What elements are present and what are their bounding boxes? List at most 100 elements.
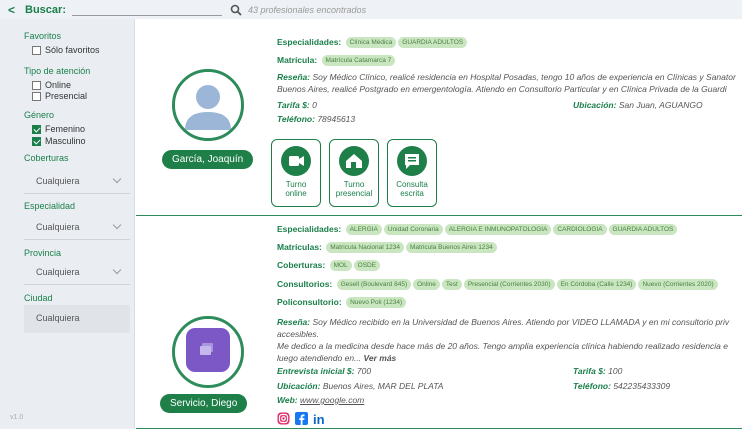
resena-text: Soy Médico Clínico, realicé residencia e… bbox=[312, 72, 736, 82]
btn-line: online bbox=[285, 189, 307, 198]
tag: ALERGIA E INMUNOPATOLOGIA bbox=[444, 224, 552, 236]
web-label: Web: bbox=[277, 395, 298, 405]
tag: Test bbox=[441, 279, 462, 291]
tag: Clínica Médica bbox=[345, 37, 397, 49]
especialidades-label: Especialidades: bbox=[277, 37, 342, 47]
tag: MOL bbox=[329, 260, 352, 272]
search-icon[interactable] bbox=[230, 4, 242, 16]
professional-name[interactable]: Servicio, Diego bbox=[160, 394, 248, 413]
tag: Online bbox=[413, 279, 440, 291]
tag: CARDIOLOGIA bbox=[553, 224, 607, 236]
resena-text: Me dedico a la medicina desde hace más d… bbox=[277, 341, 728, 351]
tag: En Córdoba (Calle 1234) bbox=[556, 279, 637, 291]
masculino-option[interactable]: Masculino bbox=[32, 136, 86, 146]
genero-heading: Género bbox=[24, 110, 55, 120]
chevron-down-icon bbox=[112, 220, 122, 230]
turno-presencial-button[interactable]: Turno presencial bbox=[329, 139, 379, 207]
especialidad-value: Cualquiera bbox=[36, 221, 80, 232]
provincia-select[interactable]: Cualquiera bbox=[24, 259, 130, 285]
chevron-down-icon bbox=[112, 174, 122, 184]
consulta-escrita-button[interactable]: Consulta escrita bbox=[387, 139, 437, 207]
search-bar: < Buscar: 43 profesionales encontrados bbox=[0, 0, 742, 19]
ciudad-input[interactable]: Cualquiera bbox=[24, 305, 130, 333]
presencial-option[interactable]: Presencial bbox=[32, 91, 87, 101]
tarifa-value: 100 bbox=[608, 366, 623, 376]
tag: Presencial (Corrientes 2030) bbox=[463, 279, 555, 291]
online-label: Online bbox=[45, 80, 72, 90]
especialidad-select[interactable]: Cualquiera bbox=[24, 214, 130, 240]
favoritos-heading: Favoritos bbox=[24, 31, 62, 41]
masculino-checkbox[interactable] bbox=[32, 136, 41, 146]
solo-favoritos-option[interactable]: Sólo favoritos bbox=[32, 45, 100, 55]
coberturas-label: Coberturas: bbox=[277, 260, 326, 270]
ciudad-heading: Ciudad bbox=[24, 293, 53, 303]
telefono-value: 542235433309 bbox=[613, 381, 671, 391]
matricula-label: Matrícula: bbox=[277, 55, 318, 65]
femenino-checkbox[interactable] bbox=[32, 124, 41, 134]
btn-line: Turno bbox=[285, 180, 307, 189]
femenino-option[interactable]: Femenino bbox=[32, 124, 85, 134]
presencial-label: Presencial bbox=[45, 91, 88, 101]
online-checkbox[interactable] bbox=[32, 80, 41, 90]
web-link[interactable]: www.google.com bbox=[300, 395, 364, 405]
tipo-atencion-heading: Tipo de atención bbox=[24, 66, 91, 76]
back-button[interactable]: < bbox=[8, 3, 15, 17]
linkedin-icon[interactable]: in bbox=[313, 413, 325, 427]
tag: Gesell (Boulevard 845) bbox=[336, 279, 412, 291]
resena-label: Reseña: bbox=[277, 317, 311, 327]
chat-icon bbox=[397, 146, 427, 176]
provincia-heading: Provincia bbox=[24, 248, 62, 258]
facebook-icon[interactable] bbox=[295, 412, 308, 429]
avatar[interactable] bbox=[172, 316, 244, 388]
especialidad-heading: Especialidad bbox=[24, 201, 76, 211]
telefono-label: Teléfono: bbox=[573, 381, 611, 391]
tag: Nuevo Poli (1234) bbox=[346, 297, 407, 309]
ubicacion-label: Ubicación: bbox=[573, 100, 617, 110]
ubicacion-value: Buenos Aires, MAR DEL PLATA bbox=[322, 381, 444, 391]
filter-sidebar: Favoritos Sólo favoritos Tipo de atenció… bbox=[0, 19, 135, 429]
avatar[interactable] bbox=[172, 69, 244, 141]
btn-line: escrita bbox=[400, 189, 424, 198]
tarifa-label: Tarifa $: bbox=[277, 100, 310, 110]
tarifa-label: Tarifa $: bbox=[573, 366, 606, 376]
masculino-label: Masculino bbox=[45, 136, 86, 146]
btn-line: Turno bbox=[343, 180, 365, 189]
tarifa-value: 0 bbox=[312, 100, 317, 110]
chevron-down-icon bbox=[112, 265, 122, 275]
tag: Matricula Nacional 1234 bbox=[326, 242, 404, 254]
entrevista-label: Entrevista inicial $: bbox=[277, 366, 355, 376]
telefono-value: 78945613 bbox=[317, 114, 356, 124]
tag: Nuevo (Corrientes 2020) bbox=[638, 279, 718, 291]
resena-text: accesibles. bbox=[277, 329, 320, 339]
ubicacion-value: San Juan, AGUANGO bbox=[618, 100, 703, 110]
consultorios-label: Consultorios: bbox=[277, 279, 333, 289]
tag: Unidad Coronaria bbox=[383, 224, 443, 236]
ver-mas-link[interactable]: Ver más bbox=[364, 353, 397, 363]
professional-card: Servicio, Diego Especialidades: ALERGIA U… bbox=[136, 216, 742, 429]
tag: Matrícula Catamarca 7 bbox=[321, 55, 396, 67]
resena-text: Soy Médico recibido en la Universidad de… bbox=[312, 317, 730, 327]
coberturas-value: Cualquiera bbox=[36, 175, 80, 186]
presencial-checkbox[interactable] bbox=[32, 91, 41, 101]
btn-line: Consulta bbox=[396, 180, 428, 189]
tag: Matricula Buenos Aires 1234 bbox=[405, 242, 497, 254]
home-icon bbox=[339, 146, 369, 176]
matriculas-label: Matrículas: bbox=[277, 242, 322, 252]
search-input[interactable] bbox=[71, 3, 222, 16]
coberturas-heading: Coberturas bbox=[24, 153, 69, 163]
tag: GUARDIA ADULTOS bbox=[398, 37, 468, 49]
resena-text: Buenos Aires, realicé Postgrado en emerg… bbox=[277, 84, 727, 94]
coberturas-select[interactable]: Cualquiera bbox=[24, 168, 130, 194]
version-label: v1.0 bbox=[10, 414, 24, 421]
online-option[interactable]: Online bbox=[32, 80, 71, 90]
turno-online-button[interactable]: Turno online bbox=[271, 139, 321, 207]
especialidades-label: Especialidades: bbox=[277, 224, 342, 234]
instagram-icon[interactable] bbox=[277, 412, 290, 429]
provincia-value: Cualquiera bbox=[36, 266, 80, 277]
telefono-label: Teléfono: bbox=[277, 114, 315, 124]
professional-name[interactable]: García, Joaquín bbox=[162, 150, 254, 169]
solo-favoritos-checkbox[interactable] bbox=[32, 45, 41, 55]
results-count: 43 profesionales encontrados bbox=[247, 4, 367, 15]
tag: GUARDIA ADULTOS bbox=[608, 224, 678, 236]
solo-favoritos-label: Sólo favoritos bbox=[45, 45, 100, 55]
